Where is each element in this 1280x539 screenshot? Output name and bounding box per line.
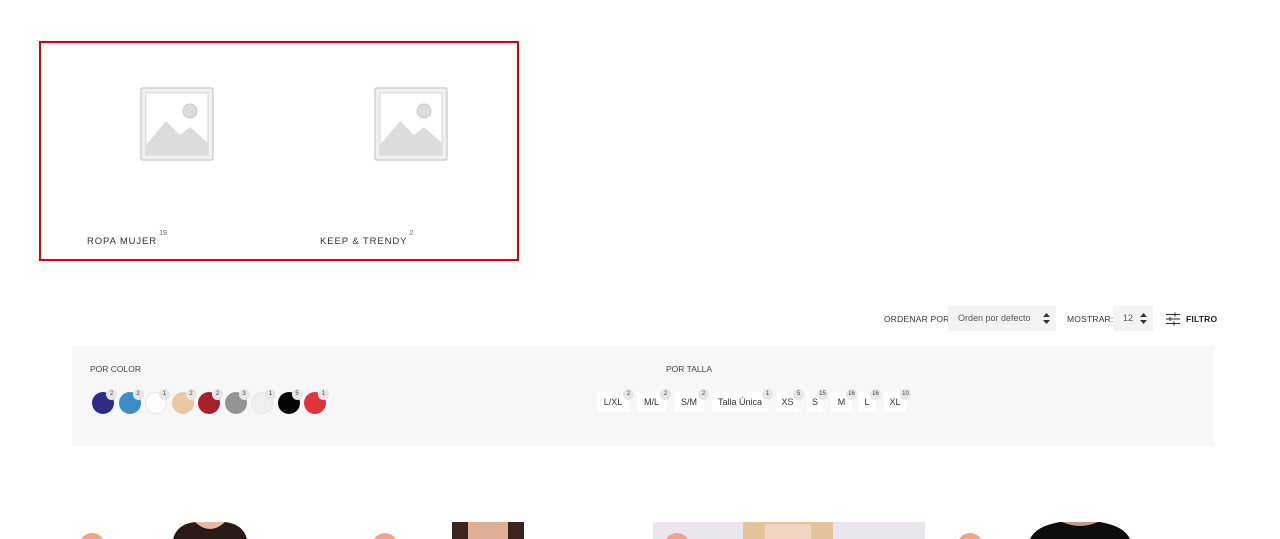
size-count-badge: 1: [762, 389, 773, 400]
category-name[interactable]: ROPA MUJER: [87, 236, 157, 247]
filter-toggle-button[interactable]: FILTRO: [1166, 312, 1226, 326]
category-name[interactable]: KEEP & TRENDY: [320, 236, 407, 247]
filter-panel: POR COLOR 221223151 POR TALLA L/XL 2 M/L 2 S…: [72, 346, 1214, 446]
order-by-value: Orden por defecto: [958, 313, 1031, 323]
color-count-badge: 2: [132, 389, 144, 400]
category-count: 19: [159, 230, 167, 237]
color-filter-title: POR COLOR: [90, 364, 142, 374]
per-page-value: 12: [1123, 313, 1134, 323]
product-card[interactable]: [1020, 522, 1140, 539]
per-page-select[interactable]: 12: [1113, 306, 1153, 331]
sale-badge: [79, 533, 105, 539]
filter-label: FILTRO: [1186, 314, 1218, 324]
color-count-badge: 5: [291, 389, 303, 400]
color-count-badge: 2: [212, 389, 223, 400]
color-count-badge: 3: [238, 389, 250, 400]
product-image[interactable]: [440, 522, 540, 539]
color-count-badge: 1: [159, 389, 170, 400]
subcategories-box: ROPA MUJER19 KEEP & TRENDY2: [39, 41, 519, 261]
category-label[interactable]: ROPA MUJER19: [87, 230, 167, 247]
category-count: 2: [409, 230, 414, 237]
color-count-badge: 2: [185, 389, 197, 400]
size-count-badge: 16: [870, 389, 881, 400]
order-by-select[interactable]: Orden por defecto: [948, 306, 1056, 331]
product-card[interactable]: [155, 522, 265, 539]
show-label: MOSTRAR:: [1067, 314, 1114, 324]
product-card[interactable]: [440, 522, 540, 539]
color-count-badge: 1: [265, 389, 276, 400]
sale-badge: [957, 533, 983, 539]
size-count-badge: 2: [698, 389, 709, 400]
product-image[interactable]: [653, 522, 925, 539]
color-count-badge: 2: [106, 389, 117, 400]
size-option[interactable]: Talla Única: [712, 392, 768, 412]
image-placeholder-icon[interactable]: [140, 87, 214, 161]
image-placeholder-icon[interactable]: [374, 87, 448, 161]
sale-badge: [372, 533, 398, 539]
sliders-icon: [1166, 312, 1180, 326]
size-count-badge: 2: [623, 389, 634, 400]
size-count-badge: 16: [846, 389, 857, 400]
color-count-badge: 1: [318, 389, 329, 400]
product-image[interactable]: [1020, 522, 1140, 539]
size-count-badge: 5: [793, 389, 804, 400]
size-count-badge: 10: [900, 389, 911, 400]
size-count-badge: 15: [817, 389, 828, 400]
sort-arrows-icon: [1043, 313, 1050, 324]
size-count-badge: 2: [660, 389, 671, 400]
sort-arrows-icon: [1140, 313, 1147, 324]
product-image[interactable]: [155, 522, 265, 539]
size-filter-title: POR TALLA: [666, 364, 712, 374]
product-card[interactable]: [653, 522, 925, 539]
order-by-label: ORDENAR POR:: [884, 314, 953, 324]
category-label[interactable]: KEEP & TRENDY2: [320, 230, 413, 247]
